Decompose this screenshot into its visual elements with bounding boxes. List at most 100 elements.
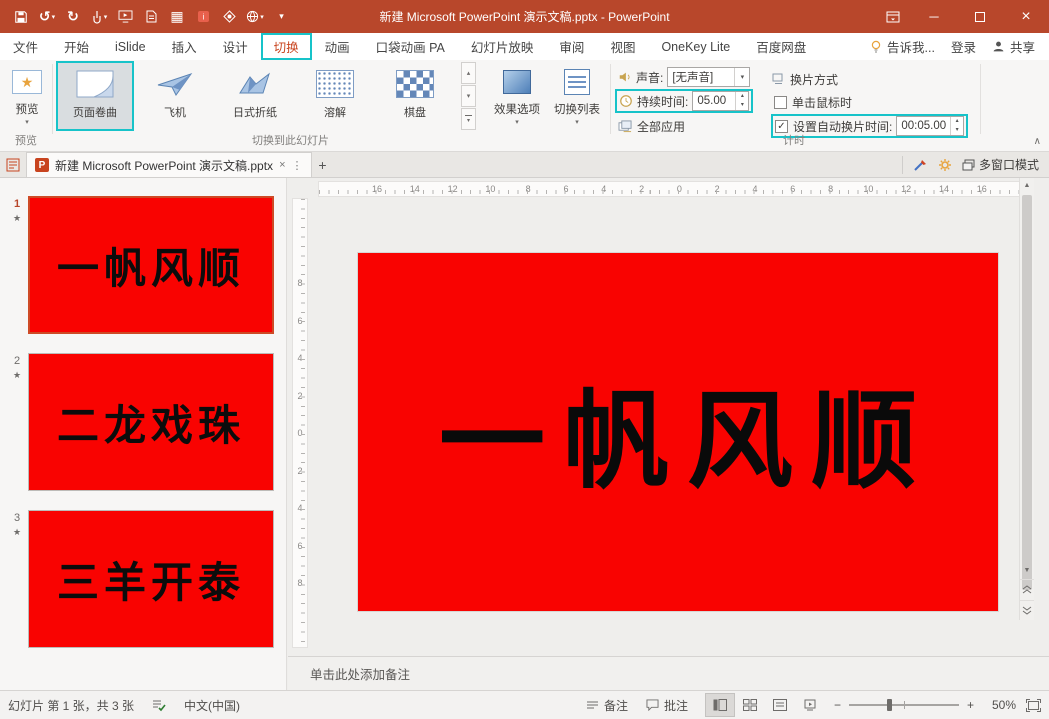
combobox-dropdown-icon[interactable]: ▾: [734, 68, 749, 86]
fit-to-window-icon[interactable]: [1026, 699, 1041, 712]
ribbon-tab-动画[interactable]: 动画: [312, 33, 363, 60]
undo-icon[interactable]: ↺▾: [34, 4, 60, 30]
transition-item-label: 溶解: [324, 104, 346, 120]
transition-item[interactable]: 棋盘: [377, 62, 453, 130]
normal-view-button[interactable]: [706, 694, 734, 716]
ribbon-tab-OneKey Lite[interactable]: OneKey Lite: [648, 33, 743, 60]
hruler-number: 12: [901, 184, 911, 194]
islide-plugin-icon[interactable]: i: [190, 4, 216, 30]
ribbon-tab-文件[interactable]: 文件: [0, 33, 51, 60]
start-slideshow-icon[interactable]: [112, 4, 138, 30]
slide-thumbnail-row-2[interactable]: 2★二龙戏珠: [6, 353, 286, 491]
scroll-down-icon[interactable]: ▼: [1020, 563, 1034, 578]
hruler-number: 10: [485, 184, 495, 194]
notes-toggle-button[interactable]: 备注: [586, 697, 628, 714]
collapse-ribbon-icon[interactable]: ∧: [1034, 136, 1041, 147]
notes-pane[interactable]: 单击此处添加备注: [288, 656, 1049, 690]
pocket-anim-plugin-icon[interactable]: [216, 4, 242, 30]
language-indicator[interactable]: 中文(中国): [184, 697, 240, 714]
spinner[interactable]: ▴▾: [950, 117, 963, 135]
transition-item[interactable]: 飞机: [137, 62, 213, 130]
close-button[interactable]: ×: [1003, 0, 1049, 33]
new-tab-button[interactable]: +: [312, 157, 334, 173]
outline-pane-icon[interactable]: [0, 158, 26, 172]
close-tab-icon[interactable]: ×: [279, 159, 285, 171]
touch-mode-icon[interactable]: ▾: [86, 4, 112, 30]
slide-thumbnail-row-1[interactable]: 1★一帆风顺: [6, 196, 286, 334]
zoom-slider[interactable]: [849, 704, 959, 706]
ribbon-tab-幻灯片放映[interactable]: 幻灯片放映: [458, 33, 547, 60]
ribbon-tab-百度网盘[interactable]: 百度网盘: [743, 33, 819, 60]
slideshow-view-button[interactable]: [796, 694, 824, 716]
ribbon-tab-插入[interactable]: 插入: [159, 33, 210, 60]
network-share-icon[interactable]: ▾: [242, 4, 268, 30]
preview-button[interactable]: ★ 预览 ▾: [4, 62, 50, 134]
minimize-button[interactable]: ─: [911, 0, 957, 33]
slide-text[interactable]: 一帆风顺: [421, 355, 935, 509]
zoom-percentage[interactable]: 50%: [984, 698, 1016, 712]
ribbon-tab-iSlide[interactable]: iSlide: [102, 33, 159, 60]
speaker-icon: [618, 70, 632, 84]
ribbon-tab-视图[interactable]: 视图: [597, 33, 648, 60]
vertical-scrollbar[interactable]: ▲ ▼: [1019, 178, 1034, 620]
slide-thumbnail[interactable]: 二龙戏珠: [28, 353, 274, 491]
ribbon-tab-审阅[interactable]: 审阅: [546, 33, 597, 60]
multi-window-mode-button[interactable]: 多窗口模式: [962, 156, 1039, 173]
sign-in-button[interactable]: 登录: [951, 37, 976, 56]
ribbon-tab-设计[interactable]: 设计: [210, 33, 261, 60]
slide-thumbnail[interactable]: 一帆风顺: [28, 196, 274, 334]
customize-quick-access-icon[interactable]: ▾: [268, 4, 294, 30]
reading-view-button[interactable]: [766, 694, 794, 716]
gallery-scroll-down-icon[interactable]: ▾: [461, 85, 476, 107]
gear-icon[interactable]: [938, 158, 952, 172]
next-slide-button[interactable]: [1020, 600, 1034, 620]
transition-item[interactable]: 页面卷曲: [57, 62, 133, 130]
save-icon[interactable]: [8, 4, 34, 30]
spell-check-icon[interactable]: [152, 698, 166, 712]
tell-me-button[interactable]: 告诉我...: [870, 37, 935, 56]
spinner[interactable]: ▴▾: [735, 92, 748, 110]
auto-advance-spinbox[interactable]: 00:05.00 ▴▾: [896, 116, 964, 136]
slide-thumbnail[interactable]: 三羊开泰: [28, 510, 274, 648]
slide-sorter-view-button[interactable]: [736, 694, 764, 716]
notes-toggle-label: 备注: [604, 697, 628, 714]
previous-slide-button[interactable]: [1020, 579, 1034, 599]
comments-icon: [646, 699, 659, 711]
auto-advance-checkbox[interactable]: ✓: [775, 120, 788, 133]
scrollbar-thumb[interactable]: [1022, 195, 1032, 590]
duration-spinbox[interactable]: 05.00 ▴▾: [692, 91, 749, 111]
scroll-up-icon[interactable]: ▲: [1020, 178, 1034, 193]
comments-toggle-button[interactable]: 批注: [646, 697, 688, 714]
tab-menu-icon[interactable]: ⋮: [292, 159, 303, 172]
gallery-scroll-up-icon[interactable]: ▴: [461, 62, 476, 84]
ribbon-tab-口袋动画 PA[interactable]: 口袋动画 PA: [363, 33, 458, 60]
ribbon-display-options-icon[interactable]: [875, 0, 911, 33]
advance-header-label: 换片方式: [790, 71, 838, 88]
ribbon-tab-开始[interactable]: 开始: [51, 33, 102, 60]
page-curl-icon: [73, 68, 117, 100]
document-icon[interactable]: [138, 4, 164, 30]
share-button[interactable]: 共享: [992, 37, 1035, 56]
maximize-button[interactable]: [957, 0, 1003, 33]
zoom-slider-thumb[interactable]: [887, 699, 892, 711]
redo-icon[interactable]: ↻: [60, 4, 86, 30]
document-tab[interactable]: P 新建 Microsoft PowerPoint 演示文稿.pptx × ⋮: [26, 152, 312, 177]
group-label-timing: 计时: [783, 132, 805, 148]
gallery-expand-icon[interactable]: ▾: [461, 108, 476, 130]
effect-options-button[interactable]: 效果选项 ▾: [488, 62, 546, 134]
zoom-in-button[interactable]: +: [967, 698, 974, 712]
transition-item[interactable]: 溶解: [297, 62, 373, 130]
transition-list-button[interactable]: 切换列表 ▾: [548, 62, 606, 134]
plugin-tools-icon[interactable]: [913, 158, 928, 172]
apply-all-button[interactable]: 全部应用: [618, 115, 685, 137]
slide-thumbnail-row-3[interactable]: 3★三羊开泰: [6, 510, 286, 648]
slide-canvas[interactable]: 一帆风顺: [358, 253, 998, 611]
on-click-checkbox-row[interactable]: 单击鼠标时: [774, 91, 852, 113]
sound-combobox[interactable]: [无声音] ▾: [667, 67, 750, 87]
transition-item[interactable]: 日式折纸: [217, 62, 293, 130]
zoom-out-button[interactable]: −: [834, 698, 841, 712]
table-grid-icon[interactable]: ▦: [164, 4, 190, 30]
effect-options-icon: [503, 70, 531, 94]
ribbon-tab-切换[interactable]: 切换: [261, 33, 312, 60]
on-click-checkbox[interactable]: [774, 96, 787, 109]
